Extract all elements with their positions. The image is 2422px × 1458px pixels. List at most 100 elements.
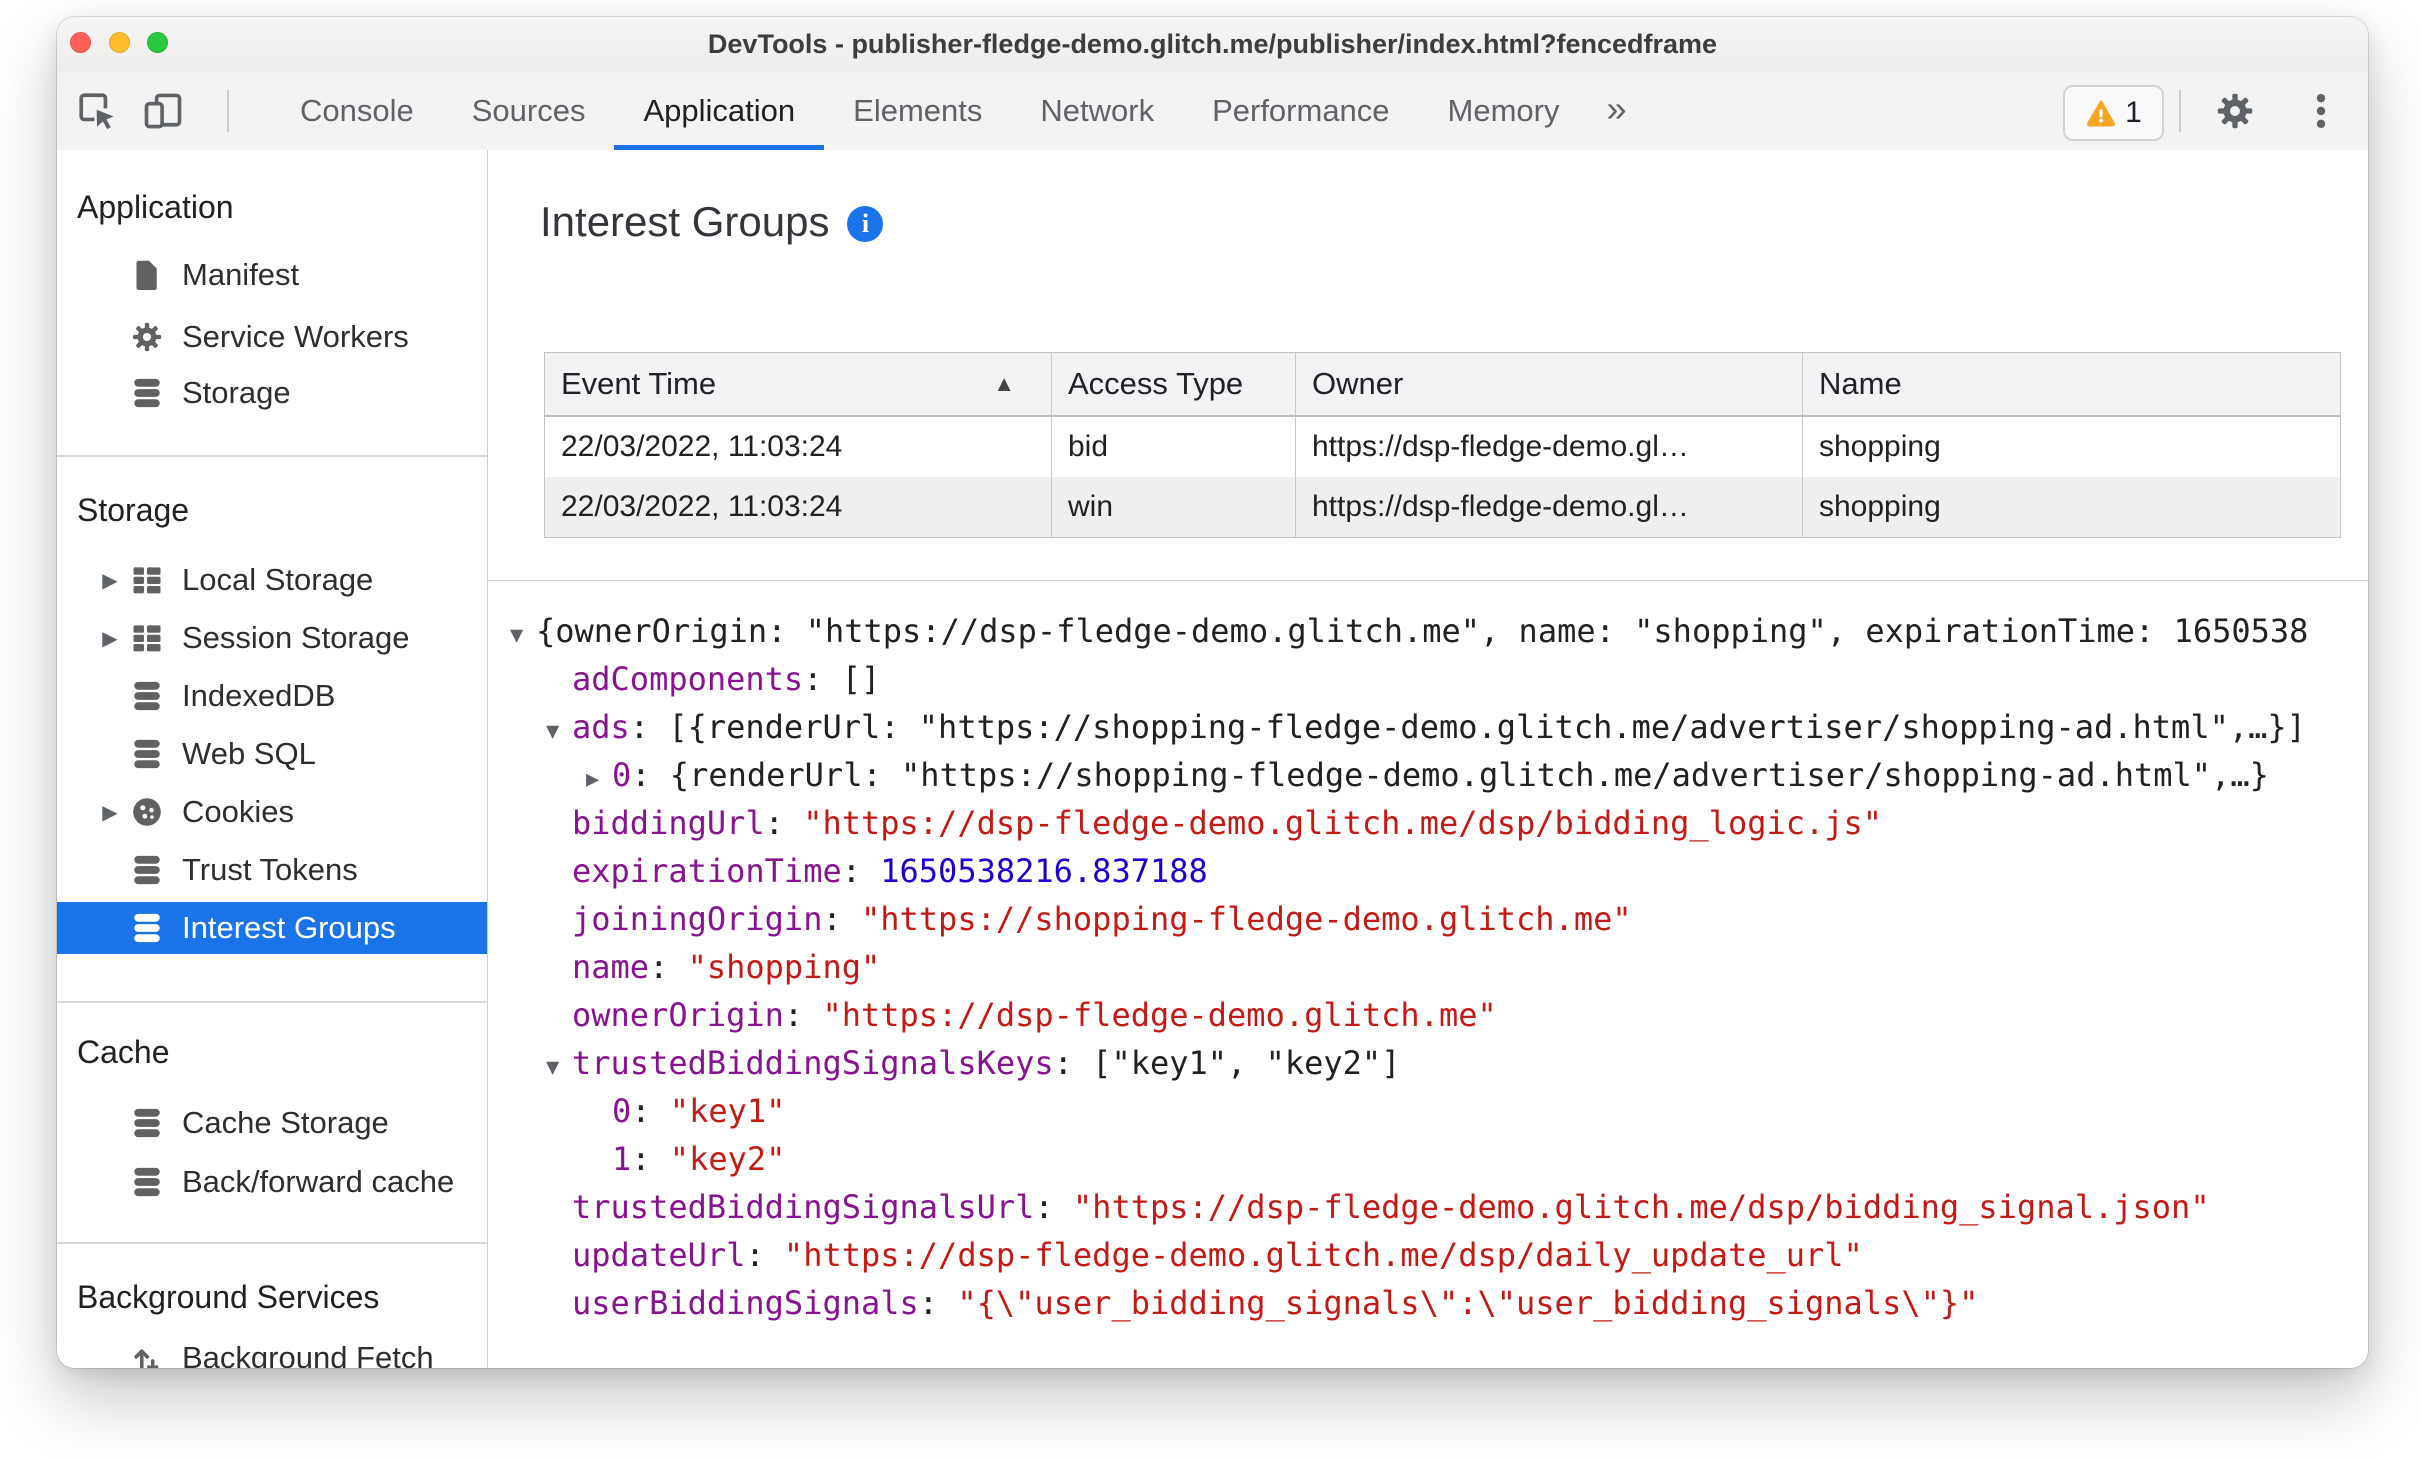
tree-line-ownerorigin[interactable]: ownerOrigin: "https://dsp-fledge-demo.gl…	[488, 991, 2368, 1039]
key-separator: :	[649, 948, 688, 986]
table-icon	[127, 560, 167, 600]
panel-tabs: Console Sources Application Elements Network…	[271, 72, 1645, 150]
sidebar-item-label: Local Storage	[182, 562, 374, 597]
database-icon	[127, 1162, 167, 1202]
property-key: biddingUrl	[572, 804, 765, 842]
fetch-icon	[127, 1338, 167, 1368]
sidebar-item-label: Session Storage	[182, 620, 410, 655]
sidebar-item-local-storage[interactable]: ▶ Local Storage	[57, 554, 487, 606]
tab-application[interactable]: Application	[614, 72, 824, 150]
triangle-right-icon[interactable]: ▶	[586, 756, 612, 799]
key-separator: :	[1034, 1188, 1073, 1226]
sidebar-item-session-storage[interactable]: ▶ Session Storage	[57, 612, 487, 664]
sidebar-item-web-sql[interactable]: Web SQL	[57, 728, 487, 780]
devtools-window: DevTools - publisher-fledge-demo.glitch.…	[57, 17, 2368, 1368]
more-options-icon[interactable]	[2299, 89, 2343, 133]
tree-line-ads[interactable]: ▼ ads: [{renderUrl: "https://shopping-fle…	[488, 703, 2368, 751]
property-key: ownerOrigin	[572, 996, 784, 1034]
devtools-toolbar: Console Sources Application Elements Network…	[57, 72, 2368, 151]
tree-line-0[interactable]: ▶ 0: {renderUrl: "https://shopping-fledge…	[488, 751, 2368, 799]
section-divider	[57, 1242, 487, 1244]
table-row[interactable]: 22/03/2022, 11:03:24 win https://dsp-fledg…	[545, 477, 2340, 537]
panel-heading: Interest Groups i	[540, 198, 884, 246]
interest-groups-panel: Interest Groups i Event Time ▲ Access Type…	[488, 150, 2368, 1368]
column-header-event-time[interactable]: Event Time ▲	[545, 353, 1052, 415]
section-header-background-services: Background Services	[77, 1279, 380, 1315]
tree-line-joiningorigin[interactable]: joiningOrigin: "https://shopping-fledge-…	[488, 895, 2368, 943]
property-value: 1650538216.837188	[880, 852, 1208, 890]
column-header-access-type[interactable]: Access Type	[1052, 353, 1296, 415]
triangle-down-icon[interactable]: ▼	[546, 1044, 572, 1087]
section-divider	[57, 455, 487, 457]
sidebar-item-trust-tokens[interactable]: Trust Tokens	[57, 844, 487, 896]
property-key: 1	[612, 1140, 632, 1178]
property-value: "https://dsp-fledge-demo.glitch.me/dsp/b…	[803, 804, 1883, 842]
sidebar-item-manifest[interactable]: Manifest	[57, 249, 487, 301]
section-header-cache: Cache	[77, 1034, 170, 1070]
device-toolbar-icon[interactable]	[141, 89, 185, 133]
tree-line-trustedbiddingsignalskeys[interactable]: ▼ trustedBiddingSignalsKeys: ["key1", "ke…	[488, 1039, 2368, 1087]
info-icon[interactable]: i	[847, 206, 884, 242]
tree-line-userbiddingsignals[interactable]: userBiddingSignals: "{\"user_bidding_sig…	[488, 1279, 2368, 1327]
table-body: 22/03/2022, 11:03:24 bid https://dsp-fledg…	[545, 417, 2340, 537]
column-header-name[interactable]: Name	[1803, 353, 2340, 415]
property-value: ["key1", "key2"]	[1092, 1044, 1401, 1082]
table-row[interactable]: 22/03/2022, 11:03:24 bid https://dsp-fledg…	[545, 417, 2340, 477]
tab-memory[interactable]: Memory	[1419, 72, 1589, 150]
tree-line-root[interactable]: ▼ {ownerOrigin: "https://dsp-fledge-demo.…	[488, 607, 2368, 655]
interest-groups-table: Event Time ▲ Access Type Owner Name 22/03/202…	[544, 352, 2341, 538]
sidebar-item-interest-groups[interactable]: Interest Groups	[57, 902, 487, 954]
tab-console[interactable]: Console	[271, 72, 443, 150]
table-cell: shopping	[1819, 430, 1941, 463]
sort-ascending-icon: ▲	[993, 371, 1015, 396]
interest-group-detail-tree: ▼ {ownerOrigin: "https://dsp-fledge-demo.…	[488, 581, 2368, 1368]
property-value: "https://shopping-fledge-demo.glitch.me"	[860, 900, 1632, 938]
chevron-right-icon[interactable]: ▶	[97, 626, 123, 651]
tree-line-adcomponents[interactable]: adComponents: []	[488, 655, 2368, 703]
section-header-application: Application	[77, 189, 234, 225]
chevron-right-icon[interactable]: ▶	[97, 568, 123, 593]
key-separator: :	[841, 852, 881, 890]
tree-line-biddingurl[interactable]: biddingUrl: "https://dsp-fledge-demo.gli…	[488, 799, 2368, 847]
table-cell: bid	[1052, 417, 1296, 477]
toolbar-divider	[2179, 90, 2181, 132]
settings-gear-icon[interactable]	[2213, 89, 2257, 133]
sidebar-item-storage[interactable]: Storage	[57, 367, 487, 419]
property-key: joiningOrigin	[572, 900, 823, 938]
tab-elements[interactable]: Elements	[824, 72, 1011, 150]
tree-line-expirationtime[interactable]: expirationTime: 1650538216.837188	[488, 847, 2368, 895]
property-value: "key1"	[669, 1092, 786, 1130]
triangle-down-icon[interactable]: ▼	[510, 612, 536, 655]
tab-performance[interactable]: Performance	[1183, 72, 1418, 150]
key-separator: :	[1053, 1044, 1093, 1082]
sidebar-item-back-forward-cache[interactable]: Back/forward cache	[57, 1156, 487, 1208]
tree-line-updateurl[interactable]: updateUrl: "https://dsp-fledge-demo.glit…	[488, 1231, 2368, 1279]
sidebar-item-cache-storage[interactable]: Cache Storage	[57, 1097, 487, 1149]
tab-sources[interactable]: Sources	[443, 72, 615, 150]
warning-icon	[2087, 100, 2116, 127]
sidebar-item-indexeddb[interactable]: IndexedDB	[57, 670, 487, 722]
tree-line-1[interactable]: 1: "key2"	[488, 1135, 2368, 1183]
tree-line-0[interactable]: 0: "key1"	[488, 1087, 2368, 1135]
tree-line-name[interactable]: name: "shopping"	[488, 943, 2368, 991]
sidebar-item-label: IndexedDB	[182, 678, 336, 713]
table-cell: 22/03/2022, 11:03:24	[545, 417, 1052, 477]
inspect-element-icon[interactable]	[75, 89, 119, 133]
chevron-right-icon[interactable]: ▶	[97, 800, 123, 825]
tab-network[interactable]: Network	[1011, 72, 1183, 150]
triangle-down-icon[interactable]: ▼	[546, 708, 572, 751]
tree-line-trustedbiddingsignalsurl[interactable]: trustedBiddingSignalsUrl: "https://dsp-f…	[488, 1183, 2368, 1231]
more-tabs-button[interactable]: »	[1589, 72, 1645, 150]
sidebar-item-service-workers[interactable]: Service Workers	[57, 311, 487, 363]
database-icon	[127, 676, 167, 716]
sidebar-item-background-fetch[interactable]: Background Fetch	[57, 1332, 487, 1368]
key-separator: :	[764, 804, 804, 842]
property-key: 0	[612, 756, 632, 794]
property-key: trustedBiddingSignalsKeys	[572, 1044, 1054, 1082]
page-title: Interest Groups	[540, 198, 830, 245]
issues-warning-badge[interactable]: 1	[2063, 85, 2164, 141]
sidebar-item-cookies[interactable]: ▶ Cookies	[57, 786, 487, 838]
database-icon	[127, 908, 167, 948]
property-value: "key2"	[669, 1140, 786, 1178]
column-header-owner[interactable]: Owner	[1296, 353, 1803, 415]
